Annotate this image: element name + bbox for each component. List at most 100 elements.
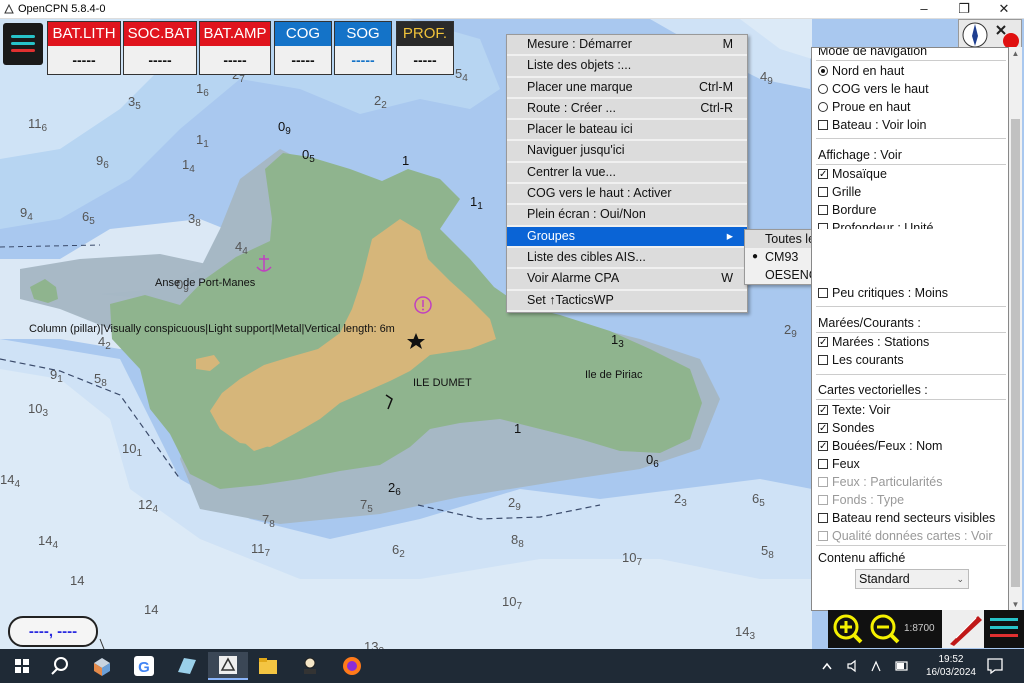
context-menu-item[interactable]: Naviguer jusqu'ici [507, 141, 747, 163]
scale-indicator: 1:8700 [904, 623, 935, 634]
content-select[interactable]: Standard ⌄ [855, 569, 969, 589]
checkbox-border[interactable]: Bordure [818, 201, 876, 219]
depth-sounding: 1 [514, 421, 522, 436]
checkbox-light-details[interactable]: Feux : Particularités [818, 473, 942, 491]
window-title: OpenCPN 5.8.4-0 [18, 3, 106, 15]
instrument-value: ----- [223, 52, 247, 68]
checkbox-data-quality[interactable]: Qualité données cartes : Voir [818, 527, 993, 545]
context-menu-item[interactable]: Placer une marque Ctrl-M [507, 77, 747, 99]
instrument-label: SOG [335, 22, 391, 46]
depth-sounding: 14 [70, 573, 85, 588]
zoom-out-icon[interactable] [870, 614, 900, 644]
depth-sounding: 101 [122, 441, 143, 459]
close-button[interactable]: ✕ [984, 0, 1024, 19]
menu-item-label: Naviguer jusqu'ici [527, 143, 625, 158]
content-heading: Contenu affiché [818, 551, 906, 565]
context-menu-item[interactable]: COG vers le haut : Activer [507, 184, 747, 206]
instrument-label: PROF. [397, 22, 453, 46]
context-menu-item[interactable]: Centrer la vue... [507, 162, 747, 185]
depth-sounding: 23 [674, 491, 687, 509]
panel-scrollbar[interactable]: ▲ ▼ [1009, 47, 1022, 611]
checkbox-currents[interactable]: Les courants [818, 351, 904, 369]
depth-sounding: 42 [98, 334, 111, 352]
checkbox-less-critical[interactable]: Peu critiques : Moins [818, 284, 948, 302]
radio-north-up[interactable]: Nord en haut [818, 62, 904, 80]
instrument-bat-amp[interactable]: BAT.AMP ----- [199, 21, 271, 75]
depth-sounding: 11 [470, 194, 483, 212]
checkbox-buoy-names[interactable]: Bouées/Feux : Nom [818, 437, 942, 456]
opencpn-app-icon [4, 3, 14, 14]
depth-sounding: 09 [278, 119, 291, 137]
map-label-light-info: Column (pillar)|Visually conspicuous|Lig… [29, 323, 395, 335]
taskbar-clock[interactable]: 19:52 16/03/2024 [926, 653, 976, 679]
instrument-prof[interactable]: PROF. ----- [396, 21, 454, 75]
context-menu-item[interactable]: Liste des cibles AIS... [507, 247, 747, 270]
context-menu-item[interactable]: Mesure : Démarrer M [507, 35, 747, 57]
chart-display-options-panel: Mode de navigation Nord en haut COG vers… [811, 47, 1009, 611]
chart-canvas[interactable]: 2716223511611090519614119465384409421329… [0, 19, 1024, 649]
depth-sounding: 91 [50, 367, 63, 385]
context-menu-item[interactable]: Set ↑TacticsWP [507, 290, 747, 312]
menu-item-shortcut: M [722, 37, 733, 51]
depth-sounding: 117 [251, 541, 271, 559]
checkbox-light-sectors[interactable]: Bateau rend secteurs visibles [818, 509, 995, 527]
restore-button[interactable]: ❐ [944, 0, 984, 19]
menu-item-label: Groupes [527, 228, 575, 243]
instrument-cog[interactable]: COG ----- [274, 21, 332, 75]
context-menu-item[interactable]: Placer le bateau ici [507, 120, 747, 142]
depth-sounding: 103 [28, 401, 49, 419]
radio-head-up[interactable]: Proue en haut [818, 98, 911, 116]
search-icon[interactable] [42, 652, 78, 680]
system-tray[interactable] [820, 657, 910, 675]
context-menu-item[interactable]: Route : Créer ... Ctrl-R [507, 98, 747, 121]
checkbox-lights[interactable]: Feux [818, 455, 860, 473]
checkbox-depth-unit[interactable]: Profondeur : Unité [818, 219, 933, 229]
context-menu-item[interactable]: Voir Alarme CPA W [507, 269, 747, 291]
vector-heading: Cartes vectorielles : [818, 383, 928, 397]
checkbox-soundings[interactable]: Sondes [818, 419, 874, 438]
chrome-icon[interactable]: G [126, 652, 162, 680]
notes-app-icon[interactable] [168, 652, 204, 680]
instrument-bat-lith[interactable]: BAT.LITH ----- [47, 21, 121, 75]
scrollbar-thumb[interactable] [1011, 119, 1020, 587]
context-menu-item[interactable]: Liste des objets :... [507, 56, 747, 78]
minimize-button[interactable]: – [904, 0, 944, 19]
map-label-ile-dumet: ILE DUMET [413, 377, 472, 389]
windows-start-icon[interactable] [4, 652, 40, 680]
checkbox-seabed-type[interactable]: Fonds : Type [818, 491, 904, 509]
instrument-label: SOC.BAT [124, 22, 196, 46]
menu-item-label: Plein écran : Oui/Non [527, 207, 646, 222]
opencpn-taskbar-icon[interactable] [208, 652, 248, 680]
menu-item-label: Liste des objets :... [527, 58, 632, 73]
radio-cog-up[interactable]: COG vers le haut [818, 80, 929, 98]
checkbox-tide-stations[interactable]: Marées : Stations [818, 333, 929, 352]
checkbox-mosaic[interactable]: Mosaïque [818, 165, 887, 184]
context-menu-item[interactable]: Groupes ▸ [507, 226, 747, 248]
firefox-icon[interactable] [334, 652, 370, 680]
instrument-sog[interactable]: SOG ----- [334, 21, 392, 75]
submenu-item-label: OESENC [765, 268, 818, 282]
menu-item-label: Set ↑TacticsWP [527, 292, 614, 307]
instrument-soc-bat[interactable]: SOC.BAT ----- [123, 21, 197, 75]
checkbox-grid[interactable]: Grille [818, 183, 861, 201]
zoom-in-icon[interactable] [833, 614, 863, 644]
menu-item-label: COG vers le haut : Activer [527, 186, 672, 201]
scroll-down-arrow-icon: ▼ [1011, 600, 1020, 609]
file-explorer-icon[interactable] [250, 652, 286, 680]
notification-icon[interactable] [986, 657, 1004, 675]
depth-sounding: 11 [196, 132, 209, 150]
depth-sounding: 65 [752, 491, 765, 509]
checkbox-text[interactable]: Texte: Voir [818, 401, 890, 420]
depth-sounding: 22 [374, 93, 387, 111]
chess-app-icon[interactable] [292, 652, 328, 680]
depth-sounding: 29 [784, 322, 797, 340]
main-menu-button[interactable] [3, 23, 43, 65]
menu-lines-icon[interactable] [990, 618, 1018, 637]
depth-sounding: 94 [20, 205, 33, 223]
checkbox-look-ahead[interactable]: Bateau : Voir loin [818, 116, 927, 134]
clock-time: 19:52 [938, 654, 964, 665]
compass-widget[interactable] [958, 19, 1022, 49]
instrument-label: COG [275, 22, 331, 46]
context-menu-item[interactable]: Plein écran : Oui/Non [507, 205, 747, 227]
app-3d-icon[interactable] [84, 652, 120, 680]
